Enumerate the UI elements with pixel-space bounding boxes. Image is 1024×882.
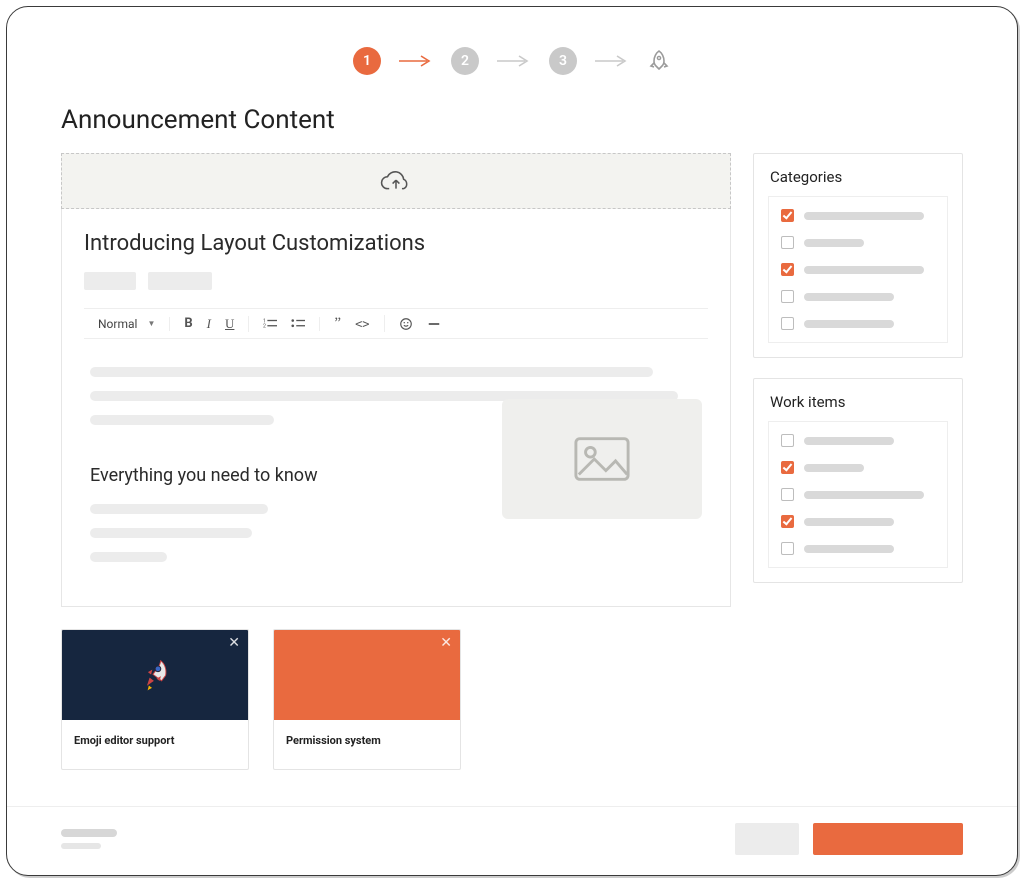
text-placeholder [90, 504, 268, 514]
text-placeholder [90, 552, 167, 562]
list-item[interactable] [781, 236, 935, 249]
editor-card: Introducing Layout Customizations Normal… [61, 209, 731, 607]
editor-body[interactable]: Everything you need to know [84, 339, 708, 576]
italic-button[interactable]: I [207, 316, 211, 332]
text-placeholder [804, 239, 864, 247]
list-item[interactable] [781, 209, 935, 222]
list-item[interactable] [781, 542, 935, 555]
checkbox[interactable] [781, 434, 794, 447]
attachments-row: ✕ Emoji editor support ✕ [61, 629, 731, 770]
bullet-list-icon[interactable] [291, 317, 305, 331]
categories-list [768, 196, 948, 343]
app-window: 1 2 3 Announcement Content Introducing L [6, 6, 1018, 876]
checkbox[interactable] [781, 542, 794, 555]
checkbox[interactable] [781, 236, 794, 249]
rocket-icon [647, 49, 671, 73]
post-title[interactable]: Introducing Layout Customizations [84, 231, 708, 256]
secondary-button[interactable] [735, 823, 799, 855]
step-3[interactable]: 3 [549, 47, 577, 75]
text-placeholder [90, 367, 653, 377]
editor-column: Introducing Layout Customizations Normal… [61, 153, 731, 806]
tag-placeholder[interactable] [148, 272, 212, 290]
arrow-icon [399, 55, 433, 67]
image-placeholder[interactable] [502, 439, 702, 519]
text-placeholder [61, 829, 117, 837]
panel-title: Work items [754, 379, 962, 421]
bold-button[interactable]: B [184, 316, 192, 331]
list-item[interactable] [781, 515, 935, 528]
list-item[interactable] [781, 263, 935, 276]
format-label: Normal [98, 317, 137, 331]
wizard-stepper: 1 2 3 [7, 7, 1017, 95]
ordered-list-icon[interactable]: 12 [263, 317, 277, 331]
text-placeholder [804, 518, 894, 526]
emoji-icon[interactable] [399, 317, 413, 331]
sidebar: Categories Work items [753, 153, 963, 806]
text-placeholder [804, 320, 894, 328]
text-placeholder [90, 415, 274, 425]
attachment-thumb: ✕ [274, 630, 460, 720]
checkbox[interactable] [781, 488, 794, 501]
checkbox[interactable] [781, 209, 794, 222]
panel-title: Categories [754, 154, 962, 196]
list-item[interactable] [781, 434, 935, 447]
svg-text:2: 2 [263, 323, 266, 329]
editor-toolbar: Normal ▼ B I U 12 ” <> [84, 308, 708, 339]
code-button[interactable]: <> [355, 317, 369, 331]
text-placeholder [90, 528, 252, 538]
list-item[interactable] [781, 317, 935, 330]
format-select[interactable]: Normal ▼ [98, 317, 155, 331]
attachment-title: Permission system [274, 720, 460, 769]
checkbox[interactable] [781, 263, 794, 276]
text-placeholder [61, 843, 101, 849]
checkbox[interactable] [781, 515, 794, 528]
categories-panel: Categories [753, 153, 963, 358]
main-content: Introducing Layout Customizations Normal… [7, 153, 1017, 806]
quote-button[interactable]: ” [334, 315, 341, 332]
close-icon[interactable]: ✕ [228, 636, 240, 650]
tag-placeholder[interactable] [84, 272, 136, 290]
attachment-title: Emoji editor support [62, 720, 248, 769]
checkbox[interactable] [781, 317, 794, 330]
list-item[interactable] [781, 290, 935, 303]
list-item[interactable] [781, 461, 935, 474]
page-title: Announcement Content [7, 95, 1017, 153]
tag-row [84, 272, 708, 290]
work-items-panel: Work items [753, 378, 963, 583]
divider-icon[interactable] [427, 317, 441, 331]
rocket-icon [134, 654, 177, 697]
text-placeholder [804, 266, 924, 274]
footer-bar [7, 806, 1017, 875]
footer-meta [61, 829, 117, 849]
checkbox[interactable] [781, 461, 794, 474]
list-item[interactable] [781, 488, 935, 501]
arrow-icon [595, 55, 629, 67]
attachment-card[interactable]: ✕ Emoji editor support [61, 629, 249, 770]
chevron-down-icon: ▼ [147, 319, 155, 328]
content-subheading: Everything you need to know [90, 465, 476, 486]
text-placeholder [804, 491, 924, 499]
work-items-list [768, 421, 948, 568]
footer-actions [735, 823, 963, 855]
upload-dropzone[interactable] [61, 153, 731, 209]
checkbox[interactable] [781, 290, 794, 303]
arrow-icon [497, 55, 531, 67]
underline-button[interactable]: U [225, 316, 234, 332]
primary-button[interactable] [813, 823, 963, 855]
cloud-upload-icon [379, 167, 413, 195]
text-placeholder [804, 464, 864, 472]
image-icon [573, 435, 631, 483]
step-2[interactable]: 2 [451, 47, 479, 75]
text-placeholder [804, 545, 894, 553]
attachment-card[interactable]: ✕ Permission system [273, 629, 461, 770]
text-placeholder [804, 293, 894, 301]
close-icon[interactable]: ✕ [440, 636, 452, 650]
step-1[interactable]: 1 [353, 47, 381, 75]
text-placeholder [804, 437, 894, 445]
attachment-thumb: ✕ [62, 630, 248, 720]
text-placeholder [804, 212, 924, 220]
